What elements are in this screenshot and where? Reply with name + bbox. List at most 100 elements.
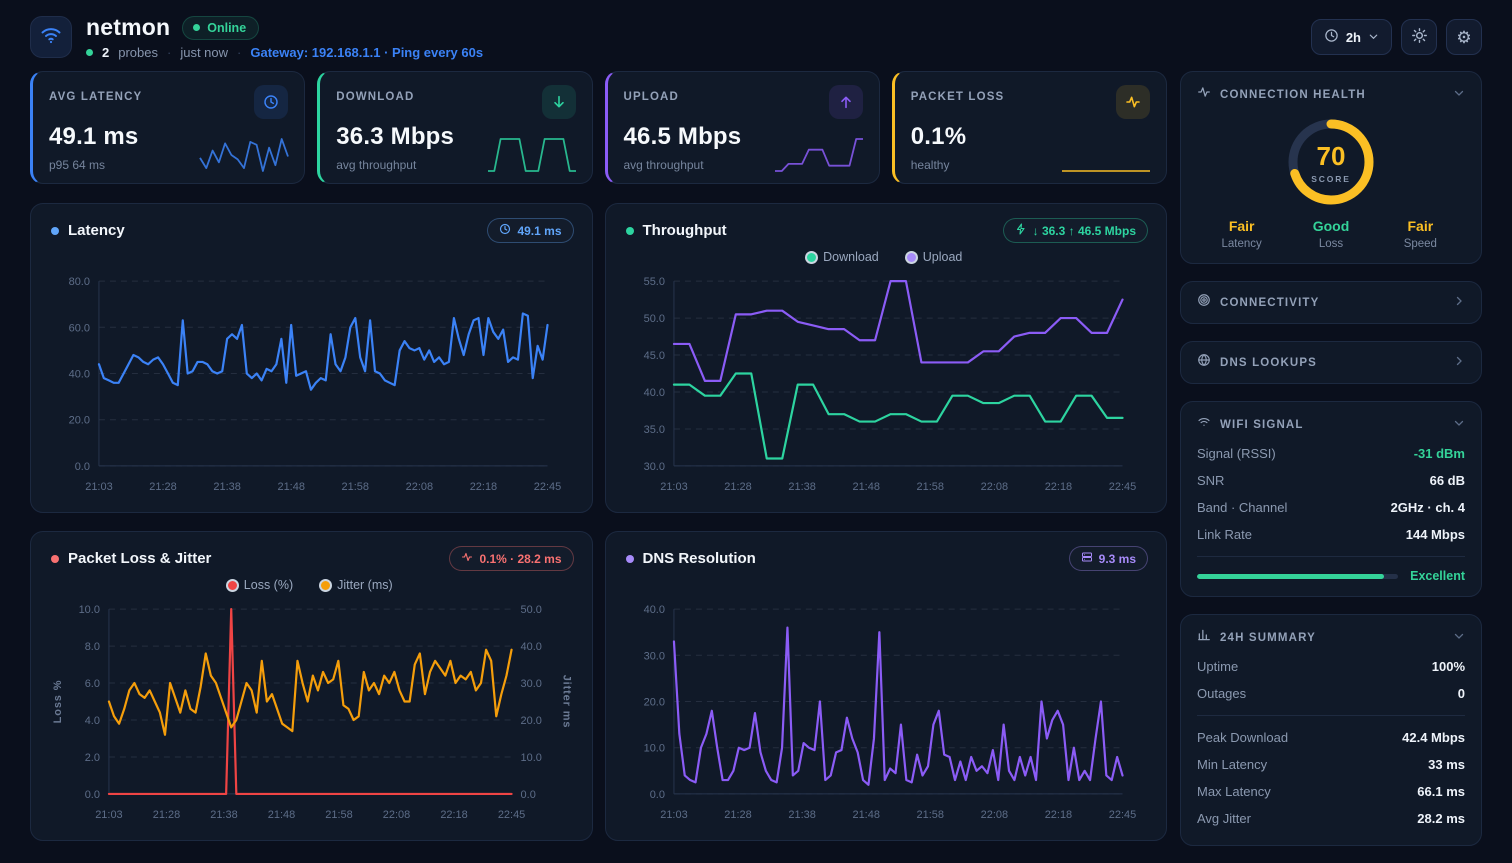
wifi-icon [39, 23, 63, 52]
latency-chart: 80.0 60.0 40.0 20.0 0.0 21:03 21:28 21:38 21:48 2… [69, 276, 562, 493]
throughput-dot-icon [625, 226, 634, 235]
legend-jitter[interactable]: Jitter (ms) [319, 578, 393, 592]
stat-label: AVG LATENCY [49, 91, 143, 103]
time-range-button[interactable]: 2h [1310, 19, 1392, 55]
activity-icon [1197, 85, 1211, 104]
svg-text:0.0: 0.0 [649, 789, 664, 801]
chart-title: Packet Loss & Jitter [68, 550, 212, 567]
stat-cards-row: AVG LATENCY 49.1 ms p95 64 ms DOWNLOAD 3… [30, 71, 1167, 184]
jitter-legend-dot-icon [319, 578, 333, 592]
svg-text:30.0: 30.0 [643, 461, 664, 473]
probes-count: 2 [102, 45, 110, 60]
svg-text:22:08: 22:08 [980, 809, 1007, 821]
packet-dot-icon [51, 554, 59, 563]
arrow-up-icon [828, 85, 863, 119]
theme-toggle-button[interactable] [1401, 19, 1437, 55]
svg-text:0.0: 0.0 [75, 461, 90, 473]
svg-text:0.0: 0.0 [85, 789, 100, 801]
stat-label: UPLOAD [623, 91, 679, 103]
svg-text:21:38: 21:38 [788, 481, 815, 493]
stat-card-packet-loss: PACKET LOSS 0.1% healthy [891, 71, 1167, 184]
packet-loss-chart-card: Packet Loss & Jitter 0.1% · 28.2 ms Loss… [30, 531, 593, 841]
throughput-chart: 55.0 50.0 45.0 40.0 35.0 30.0 21:03 21:28 21:38 2… [643, 276, 1136, 493]
svg-text:22:18: 22:18 [1044, 809, 1071, 821]
connection-health-header[interactable]: CONNECTION HEALTH [1197, 85, 1465, 104]
activity-icon [461, 551, 473, 566]
svg-text:22:45: 22:45 [1108, 809, 1135, 821]
svg-text:2.0: 2.0 [85, 752, 100, 764]
chevron-down-icon [1453, 86, 1465, 104]
summary-row-uptime: Uptime 100% [1197, 659, 1465, 674]
svg-text:4.0: 4.0 [85, 715, 100, 727]
chevron-down-icon [1453, 629, 1465, 647]
wifi-row-link-rate: Link Rate 144 Mbps [1197, 527, 1465, 542]
svg-text:6.0: 6.0 [85, 678, 100, 690]
time-range-value: 2h [1345, 29, 1361, 45]
stat-card-avg-latency: AVG LATENCY 49.1 ms p95 64 ms [30, 71, 306, 184]
svg-text:20.0: 20.0 [643, 697, 664, 709]
gear-icon: ⚙ [1456, 27, 1472, 47]
bolt-icon [1015, 223, 1027, 238]
svg-text:45.0: 45.0 [643, 350, 664, 362]
svg-text:60.0: 60.0 [69, 322, 90, 334]
packet-loss-jitter-chart: 10.0 8.0 6.0 4.0 2.0 0.0 50.0 40.0 30.0 20.0 10.0 0… [52, 604, 573, 821]
status-badge: Online [182, 15, 260, 40]
dns-chart-card: DNS Resolution 9.3 ms 40.0 30.0 20.0 10.0 0.… [604, 531, 1167, 841]
svg-text:21:48: 21:48 [268, 809, 295, 821]
wifi-icon [1197, 415, 1211, 434]
svg-text:10.0: 10.0 [643, 743, 664, 755]
page-title: netmon [86, 14, 171, 40]
svg-text:21:28: 21:28 [153, 809, 180, 821]
wifi-signal-header[interactable]: WIFI SIGNAL [1197, 415, 1465, 434]
svg-text:20.0: 20.0 [521, 715, 542, 727]
packet-loss-sparkline [1062, 170, 1150, 172]
legend-download[interactable]: Download [805, 250, 879, 264]
svg-text:40.0: 40.0 [643, 387, 664, 399]
svg-text:21:38: 21:38 [213, 481, 240, 493]
bar-chart-icon [1197, 628, 1211, 647]
health-score-label: SCORE [1311, 173, 1351, 184]
legend-loss[interactable]: Loss (%) [225, 578, 293, 592]
legend-upload[interactable]: Upload [904, 250, 962, 264]
stat-card-download: DOWNLOAD 36.3 Mbps avg throughput [317, 71, 593, 184]
svg-text:30.0: 30.0 [643, 650, 664, 662]
stat-label: DOWNLOAD [336, 91, 415, 103]
sun-icon [1411, 27, 1428, 47]
svg-text:21:38: 21:38 [210, 809, 237, 821]
latency-chart-card: Latency 49.1 ms 80.0 60.0 40.0 20.0 0.0 21:03… [30, 203, 593, 513]
dns-lookups-panel[interactable]: DNS LOOKUPS [1180, 341, 1482, 384]
target-icon [1197, 293, 1211, 312]
svg-text:21:38: 21:38 [788, 809, 815, 821]
wifi-quality-label: Excellent [1410, 569, 1465, 583]
connectivity-panel[interactable]: CONNECTIVITY [1180, 281, 1482, 324]
summary-header[interactable]: 24H SUMMARY [1197, 628, 1465, 647]
throughput-badge: ↓ 36.3 ↑ 46.5 Mbps [1002, 218, 1148, 243]
chevron-down-icon [1453, 416, 1465, 434]
chevron-right-icon [1453, 294, 1465, 312]
svg-text:50.0: 50.0 [643, 313, 664, 325]
svg-text:40.0: 40.0 [643, 604, 664, 616]
clock-icon [1324, 28, 1339, 46]
summary-row-avg-jitter: Avg Jitter 28.2 ms [1197, 811, 1465, 826]
latency-badge: 49.1 ms [487, 218, 574, 243]
upload-sparkline [774, 138, 863, 172]
download-sparkline [487, 138, 576, 172]
settings-button[interactable]: ⚙ [1446, 19, 1482, 55]
svg-text:0.0: 0.0 [521, 789, 536, 801]
svg-text:21:03: 21:03 [95, 809, 122, 821]
svg-text:20.0: 20.0 [69, 415, 90, 427]
svg-text:21:48: 21:48 [852, 481, 879, 493]
svg-text:10.0: 10.0 [521, 752, 542, 764]
svg-text:21:58: 21:58 [916, 481, 943, 493]
svg-text:21:28: 21:28 [724, 809, 751, 821]
svg-text:80.0: 80.0 [69, 276, 90, 288]
wifi-row-snr: SNR 66 dB [1197, 473, 1465, 488]
svg-text:21:48: 21:48 [277, 481, 304, 493]
svg-text:21:28: 21:28 [724, 481, 751, 493]
svg-text:30.0: 30.0 [521, 678, 542, 690]
svg-text:22:45: 22:45 [1108, 481, 1135, 493]
stat-card-upload: UPLOAD 46.5 Mbps avg throughput [604, 71, 880, 184]
svg-text:22:08: 22:08 [980, 481, 1007, 493]
svg-text:Jitter ms: Jitter ms [561, 675, 573, 729]
chart-title: Latency [68, 222, 125, 239]
